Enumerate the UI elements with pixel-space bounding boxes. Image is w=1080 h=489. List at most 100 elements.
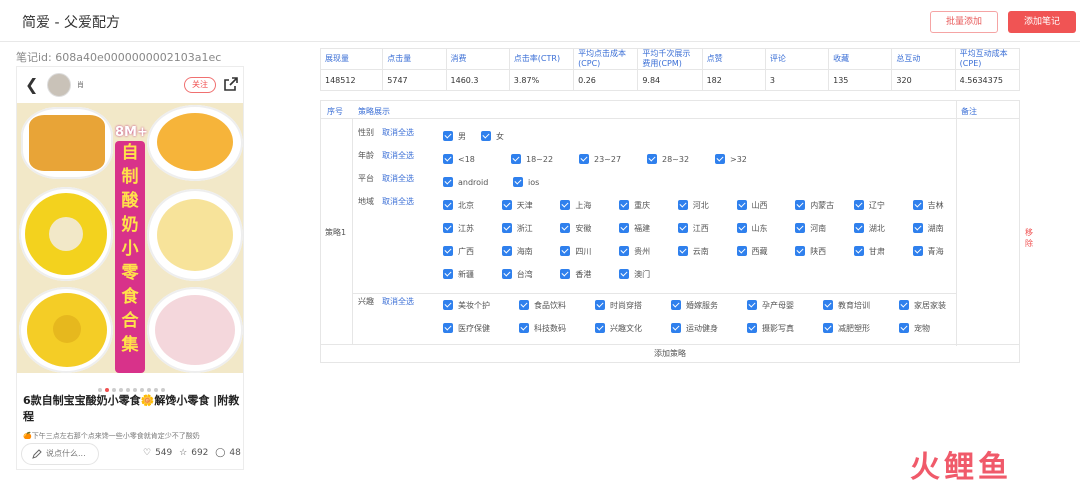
checkbox-option[interactable]: 台湾 bbox=[501, 268, 533, 280]
checkbox-checked-icon[interactable] bbox=[736, 199, 747, 210]
checkbox-option[interactable]: 吉林 bbox=[912, 199, 944, 211]
checkbox-checked-icon[interactable] bbox=[677, 245, 688, 256]
checkbox-option[interactable]: 澳门 bbox=[619, 268, 650, 280]
checkbox-option[interactable]: 福建 bbox=[619, 222, 650, 234]
cancel-select-all-gender[interactable]: 取消全选 bbox=[382, 127, 414, 138]
checkbox-checked-icon[interactable] bbox=[595, 299, 605, 310]
checkbox-option[interactable]: 安徽 bbox=[560, 222, 591, 234]
share-icon[interactable] bbox=[223, 76, 239, 92]
checkbox-checked-icon[interactable] bbox=[647, 153, 657, 164]
checkbox-checked-icon[interactable] bbox=[899, 322, 909, 333]
checkbox-checked-icon[interactable] bbox=[560, 268, 571, 279]
checkbox-checked-icon[interactable] bbox=[501, 268, 512, 279]
checkbox-checked-icon[interactable] bbox=[443, 245, 453, 256]
checkbox-option[interactable]: 新疆 bbox=[443, 268, 474, 280]
remove-strategy-link[interactable]: 移除 bbox=[1025, 227, 1033, 249]
checkbox-option[interactable]: 青海 bbox=[912, 245, 944, 257]
checkbox-checked-icon[interactable] bbox=[443, 153, 453, 164]
checkbox-option[interactable]: 河北 bbox=[677, 199, 709, 211]
cancel-select-all-region[interactable]: 取消全选 bbox=[382, 196, 414, 207]
checkbox-option[interactable]: android bbox=[443, 176, 488, 188]
comment-input[interactable]: 说点什么... bbox=[21, 443, 99, 465]
checkbox-option[interactable]: 天津 bbox=[501, 199, 533, 211]
checkbox-checked-icon[interactable] bbox=[677, 222, 688, 233]
checkbox-option[interactable]: <18 bbox=[443, 153, 475, 165]
checkbox-option[interactable]: 男 bbox=[443, 130, 466, 142]
checkbox-option[interactable]: 孕产母婴 bbox=[747, 299, 794, 311]
checkbox-checked-icon[interactable] bbox=[795, 245, 806, 256]
checkbox-checked-icon[interactable] bbox=[619, 245, 630, 256]
cancel-select-all-interest[interactable]: 取消全选 bbox=[382, 296, 414, 307]
cancel-select-all-platform[interactable]: 取消全选 bbox=[382, 173, 414, 184]
checkbox-option[interactable]: 湖北 bbox=[853, 222, 885, 234]
checkbox-checked-icon[interactable] bbox=[443, 222, 453, 233]
checkbox-option[interactable]: 山西 bbox=[736, 199, 768, 211]
checkbox-option[interactable]: 减肥塑形 bbox=[823, 322, 870, 334]
checkbox-checked-icon[interactable] bbox=[671, 322, 681, 333]
batch-add-button[interactable]: 批量添加 bbox=[930, 11, 998, 33]
checkbox-option[interactable]: 海南 bbox=[501, 245, 533, 257]
checkbox-checked-icon[interactable] bbox=[912, 245, 923, 256]
checkbox-checked-icon[interactable] bbox=[481, 130, 491, 141]
checkbox-option[interactable]: 河南 bbox=[795, 222, 826, 234]
checkbox-checked-icon[interactable] bbox=[443, 199, 453, 210]
heart-icon[interactable]: ♡ bbox=[143, 448, 151, 458]
checkbox-option[interactable]: 食品饮料 bbox=[519, 299, 566, 311]
checkbox-checked-icon[interactable] bbox=[560, 199, 571, 210]
checkbox-checked-icon[interactable] bbox=[853, 199, 864, 210]
checkbox-option[interactable]: ios bbox=[513, 176, 539, 188]
comment-icon[interactable]: ◯ bbox=[215, 448, 225, 458]
checkbox-option[interactable]: 湖南 bbox=[912, 222, 944, 234]
checkbox-option[interactable]: 内蒙古 bbox=[795, 199, 834, 211]
checkbox-checked-icon[interactable] bbox=[823, 299, 833, 310]
checkbox-option[interactable]: 贵州 bbox=[619, 245, 650, 257]
checkbox-checked-icon[interactable] bbox=[853, 222, 864, 233]
checkbox-checked-icon[interactable] bbox=[912, 222, 923, 233]
checkbox-checked-icon[interactable] bbox=[443, 268, 453, 279]
checkbox-option[interactable]: 女 bbox=[481, 130, 504, 142]
checkbox-checked-icon[interactable] bbox=[747, 299, 757, 310]
checkbox-option[interactable]: 美妆个护 bbox=[443, 299, 490, 311]
checkbox-option[interactable]: 婚嫁服务 bbox=[671, 299, 718, 311]
checkbox-checked-icon[interactable] bbox=[511, 153, 521, 164]
checkbox-option[interactable]: 四川 bbox=[560, 245, 591, 257]
checkbox-checked-icon[interactable] bbox=[853, 245, 864, 256]
back-arrow-icon[interactable]: ❮ bbox=[25, 75, 38, 94]
checkbox-option[interactable]: >32 bbox=[715, 153, 747, 165]
checkbox-checked-icon[interactable] bbox=[501, 245, 512, 256]
checkbox-checked-icon[interactable] bbox=[899, 299, 909, 310]
checkbox-checked-icon[interactable] bbox=[736, 245, 747, 256]
checkbox-option[interactable]: 教育培训 bbox=[823, 299, 870, 311]
checkbox-checked-icon[interactable] bbox=[736, 222, 747, 233]
checkbox-option[interactable]: 18~22 bbox=[511, 153, 553, 165]
checkbox-checked-icon[interactable] bbox=[677, 199, 688, 210]
checkbox-option[interactable]: 辽宁 bbox=[853, 199, 885, 211]
checkbox-option[interactable]: 甘肃 bbox=[853, 245, 885, 257]
checkbox-checked-icon[interactable] bbox=[671, 299, 681, 310]
checkbox-option[interactable]: 浙江 bbox=[501, 222, 533, 234]
checkbox-option[interactable]: 科技数码 bbox=[519, 322, 566, 334]
checkbox-checked-icon[interactable] bbox=[560, 245, 571, 256]
avatar[interactable] bbox=[47, 73, 71, 97]
checkbox-option[interactable]: 上海 bbox=[560, 199, 591, 211]
checkbox-option[interactable]: 江苏 bbox=[443, 222, 474, 234]
checkbox-checked-icon[interactable] bbox=[912, 199, 923, 210]
checkbox-checked-icon[interactable] bbox=[519, 322, 529, 333]
note-cover-image[interactable]: 8M+ 自 制 酸 奶 小 零 食 合 集 bbox=[17, 103, 243, 373]
checkbox-checked-icon[interactable] bbox=[443, 130, 453, 141]
author-name[interactable]: 肖 bbox=[77, 80, 84, 90]
checkbox-option[interactable]: 摄影写真 bbox=[747, 322, 794, 334]
checkbox-checked-icon[interactable] bbox=[501, 222, 512, 233]
checkbox-option[interactable]: 山东 bbox=[736, 222, 768, 234]
checkbox-checked-icon[interactable] bbox=[501, 199, 512, 210]
checkbox-option[interactable]: 医疗保健 bbox=[443, 322, 490, 334]
checkbox-option[interactable]: 重庆 bbox=[619, 199, 650, 211]
carousel-dots[interactable] bbox=[17, 377, 243, 392]
checkbox-checked-icon[interactable] bbox=[795, 222, 806, 233]
checkbox-checked-icon[interactable] bbox=[619, 199, 630, 210]
checkbox-checked-icon[interactable] bbox=[595, 322, 605, 333]
checkbox-option[interactable]: 家居家装 bbox=[899, 299, 946, 311]
checkbox-checked-icon[interactable] bbox=[715, 153, 725, 164]
checkbox-option[interactable]: 28~32 bbox=[647, 153, 689, 165]
checkbox-checked-icon[interactable] bbox=[579, 153, 589, 164]
